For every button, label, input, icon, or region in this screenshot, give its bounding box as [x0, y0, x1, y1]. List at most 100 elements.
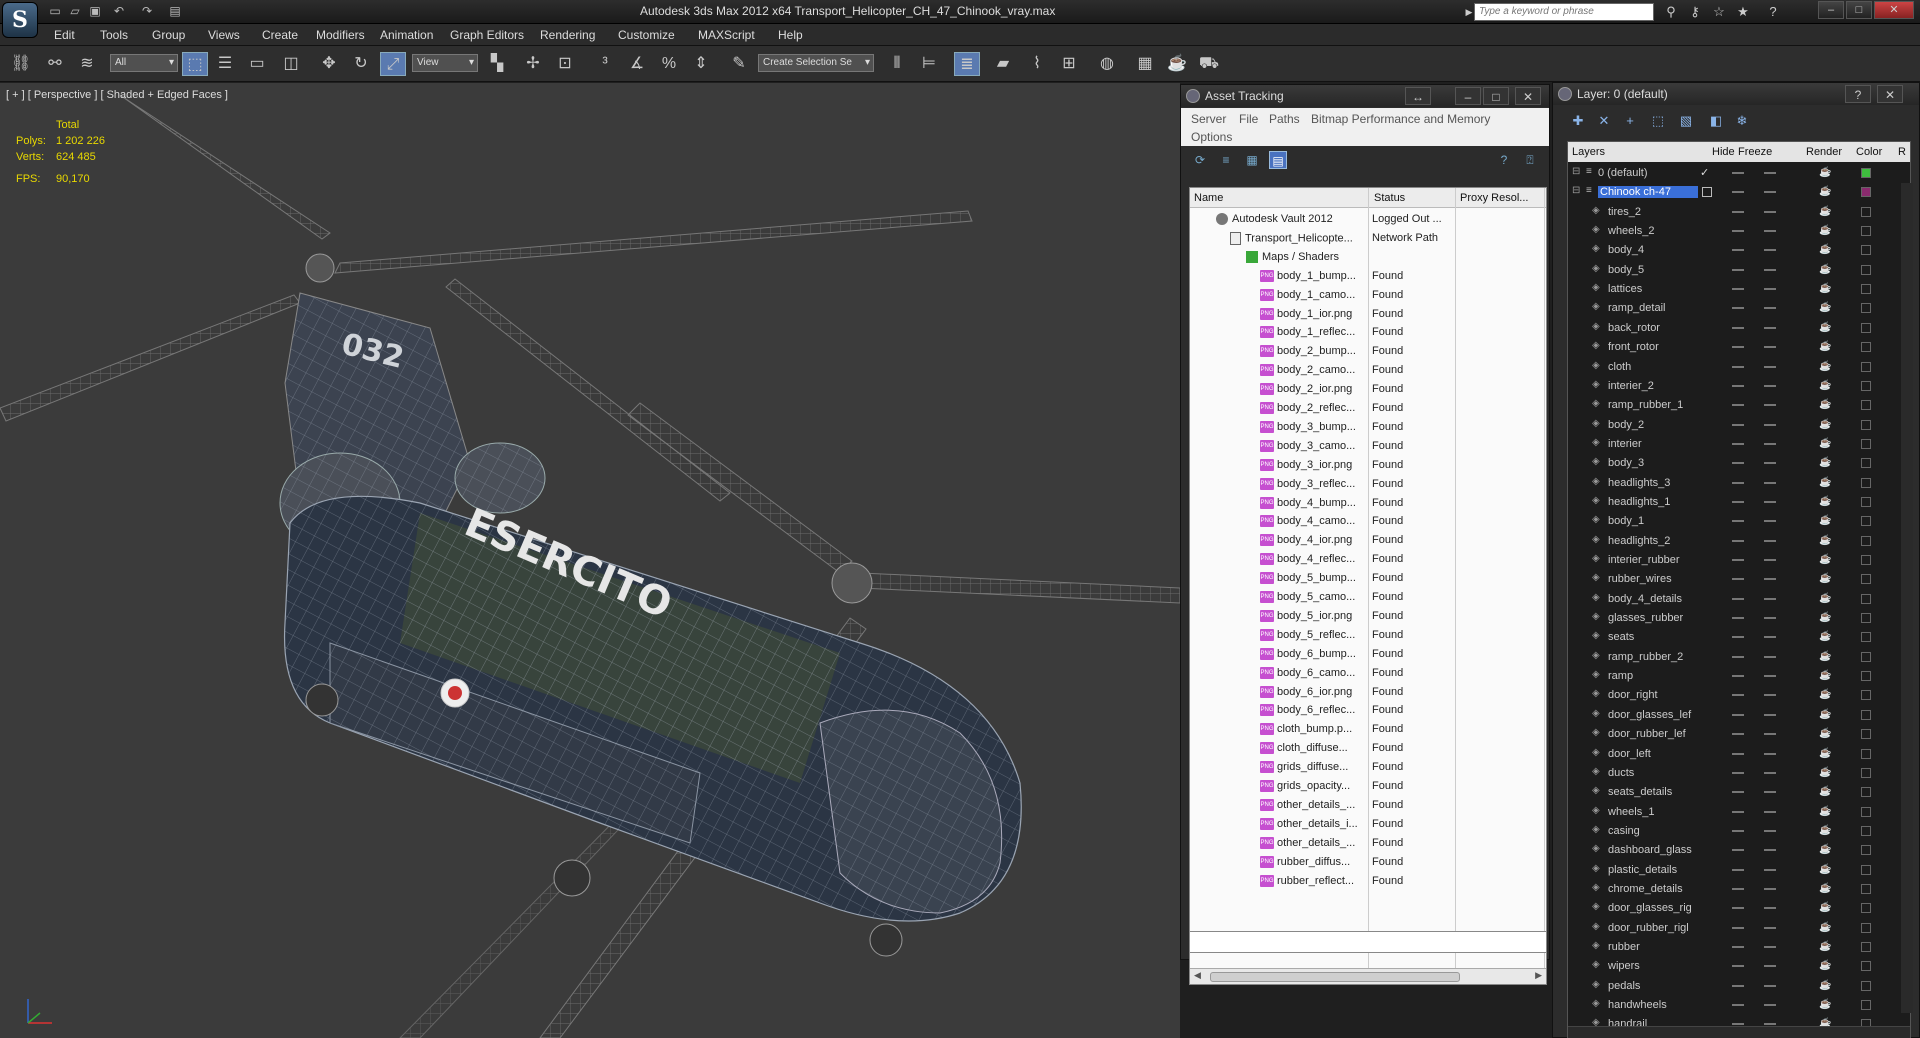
render-teapot-icon[interactable]: ☕ — [1819, 864, 1831, 875]
menu-graph-editors[interactable]: Graph Editors — [450, 28, 524, 42]
asset-maximize-button[interactable]: □ — [1483, 87, 1509, 105]
menu-views[interactable]: Views — [208, 28, 240, 42]
layer-name[interactable]: interier — [1608, 438, 1708, 450]
freeze-toggle[interactable] — [1764, 423, 1776, 426]
curve-editor-icon[interactable]: ⌇ — [1024, 52, 1050, 76]
asset-row[interactable]: PNG body_2_reflec... Found — [1190, 399, 1546, 418]
layer-row[interactable]: ◈ wheels_1 ☕ — [1568, 803, 1910, 822]
render-teapot-icon[interactable]: ☕ — [1819, 438, 1831, 449]
hide-toggle[interactable] — [1732, 791, 1744, 794]
hide-toggle[interactable] — [1732, 539, 1744, 542]
column-radiosity[interactable]: R — [1898, 146, 1906, 158]
align-icon[interactable]: ⊨ — [916, 52, 942, 76]
layer-color-swatch[interactable] — [1861, 942, 1871, 952]
render-production-icon[interactable]: ⛟ — [1196, 52, 1222, 76]
graphite-tools-icon[interactable]: ▰ — [990, 52, 1016, 76]
render-teapot-icon[interactable]: ☕ — [1819, 903, 1831, 913]
hide-toggle[interactable] — [1732, 849, 1744, 852]
star-filled-icon[interactable]: ★ — [1734, 3, 1752, 21]
freeze-toggle[interactable] — [1764, 481, 1776, 484]
render-teapot-icon[interactable]: ☕ — [1819, 245, 1831, 255]
window-crossing-icon[interactable]: ◫ — [278, 52, 304, 76]
rectangular-selection-icon[interactable]: ▭ — [244, 52, 270, 76]
hide-toggle[interactable] — [1732, 597, 1744, 600]
layer-row[interactable]: ◈ ramp_rubber_2 ☕ — [1568, 648, 1910, 667]
select-object-icon[interactable]: ⬚ — [182, 52, 208, 76]
asset-row[interactable]: PNG body_5_bump... Found — [1190, 569, 1546, 588]
spinner-snap-icon[interactable]: ⇕ — [688, 52, 714, 76]
menu-rendering[interactable]: Rendering — [540, 28, 595, 42]
hide-toggle[interactable] — [1732, 230, 1744, 233]
render-teapot-icon[interactable]: ☕ — [1819, 264, 1831, 275]
freeze-toggle[interactable] — [1764, 597, 1776, 600]
layer-name[interactable]: body_4_details — [1608, 593, 1708, 605]
freeze-toggle[interactable] — [1764, 307, 1776, 310]
layer-color-swatch[interactable] — [1861, 438, 1871, 449]
layer-color-swatch[interactable] — [1861, 980, 1871, 991]
layer-color-swatch[interactable] — [1861, 187, 1871, 198]
hide-toggle[interactable] — [1732, 520, 1744, 523]
layer-row[interactable]: ◈ headlights_3 ☕ — [1568, 474, 1910, 493]
hide-toggle[interactable] — [1732, 984, 1744, 987]
asset-row[interactable]: PNG body_3_bump... Found — [1190, 418, 1546, 437]
layer-color-swatch[interactable] — [1861, 1000, 1871, 1011]
asset-path-field[interactable] — [1189, 931, 1547, 953]
asset-row[interactable]: PNG cloth_diffuse... Found — [1190, 739, 1546, 758]
asset-menu-bitmap-performance[interactable]: Bitmap Performance and Memory — [1311, 112, 1490, 126]
redo-icon[interactable]: ↷ — [138, 3, 156, 20]
new-file-icon[interactable]: ▭ — [46, 3, 64, 20]
freeze-toggle[interactable] — [1764, 675, 1776, 678]
render-teapot-icon[interactable]: ☕ — [1819, 671, 1831, 681]
freeze-toggle[interactable] — [1764, 346, 1776, 349]
layer-row[interactable]: ◈ body_4_details ☕ — [1568, 590, 1910, 609]
render-teapot-icon[interactable]: ☕ — [1819, 361, 1831, 372]
asset-row[interactable]: PNG body_4_camo... Found — [1190, 512, 1546, 531]
layer-name[interactable]: door_rubber_rigl — [1608, 922, 1708, 934]
render-teapot-icon[interactable]: ☕ — [1819, 342, 1831, 352]
asset-menu-server[interactable]: Server — [1191, 112, 1226, 126]
asset-menu-paths[interactable]: Paths — [1269, 112, 1300, 126]
layer-name[interactable]: handwheels — [1608, 999, 1708, 1011]
hide-toggle[interactable] — [1732, 733, 1744, 736]
freeze-toggle[interactable] — [1764, 326, 1776, 329]
layer-row[interactable]: ◈ door_glasses_rig ☕ — [1568, 899, 1910, 918]
hide-toggle[interactable] — [1732, 500, 1744, 503]
asset-row[interactable]: PNG body_3_ior.png Found — [1190, 456, 1546, 475]
select-and-rotate-icon[interactable]: ↻ — [348, 52, 374, 76]
asset-row[interactable]: PNG body_1_camo... Found — [1190, 286, 1546, 305]
layer-color-swatch[interactable] — [1861, 516, 1871, 527]
render-teapot-icon[interactable]: ☕ — [1819, 419, 1831, 430]
layer-color-swatch[interactable] — [1861, 632, 1871, 643]
render-teapot-icon[interactable]: ☕ — [1819, 206, 1831, 217]
freeze-toggle[interactable] — [1764, 230, 1776, 233]
layer-color-swatch[interactable] — [1861, 419, 1871, 430]
asset-row[interactable]: PNG body_1_reflec... Found — [1190, 323, 1546, 342]
perspective-viewport[interactable]: ESERCITO 032 [ + ] [ Perspective ] [ Sha… — [0, 83, 1180, 1038]
render-teapot-icon[interactable]: ☕ — [1819, 632, 1831, 642]
render-setup-icon[interactable]: ▦ — [1132, 52, 1158, 76]
column-freeze[interactable]: Freeze — [1738, 146, 1772, 158]
render-teapot-icon[interactable]: ☕ — [1819, 593, 1831, 604]
layer-color-swatch[interactable] — [1861, 613, 1871, 624]
hide-toggle[interactable] — [1732, 172, 1744, 174]
layer-name[interactable]: ramp_detail — [1608, 302, 1708, 314]
layer-row[interactable]: ◈ seats ☕ — [1568, 628, 1910, 647]
freeze-toggle[interactable] — [1764, 829, 1776, 832]
layer-help-button[interactable]: ? — [1845, 85, 1871, 103]
hide-toggle[interactable] — [1732, 559, 1744, 561]
freeze-toggle[interactable] — [1764, 713, 1776, 716]
layer-name[interactable]: rubber_wires — [1608, 573, 1708, 585]
layer-color-swatch[interactable] — [1861, 284, 1871, 295]
hide-toggle[interactable] — [1732, 887, 1744, 890]
hide-toggle[interactable] — [1732, 249, 1744, 252]
asset-row[interactable]: Autodesk Vault 2012 Logged Out ... — [1190, 210, 1546, 229]
layer-name[interactable]: body_2 — [1608, 419, 1708, 431]
asset-row[interactable]: PNG body_4_bump... Found — [1190, 494, 1546, 513]
render-teapot-icon[interactable]: ☕ — [1819, 651, 1831, 662]
layer-row[interactable]: ◈ ramp_rubber_1 ☕ — [1568, 396, 1910, 415]
scroll-right-icon[interactable]: ▶ — [1535, 970, 1542, 981]
column-status[interactable]: Status — [1374, 192, 1405, 204]
layer-row[interactable]: ◈ glasses_rubber ☕ — [1568, 609, 1910, 628]
asset-row[interactable]: PNG rubber_reflect... Found — [1190, 872, 1546, 891]
layer-color-swatch[interactable] — [1861, 226, 1871, 237]
